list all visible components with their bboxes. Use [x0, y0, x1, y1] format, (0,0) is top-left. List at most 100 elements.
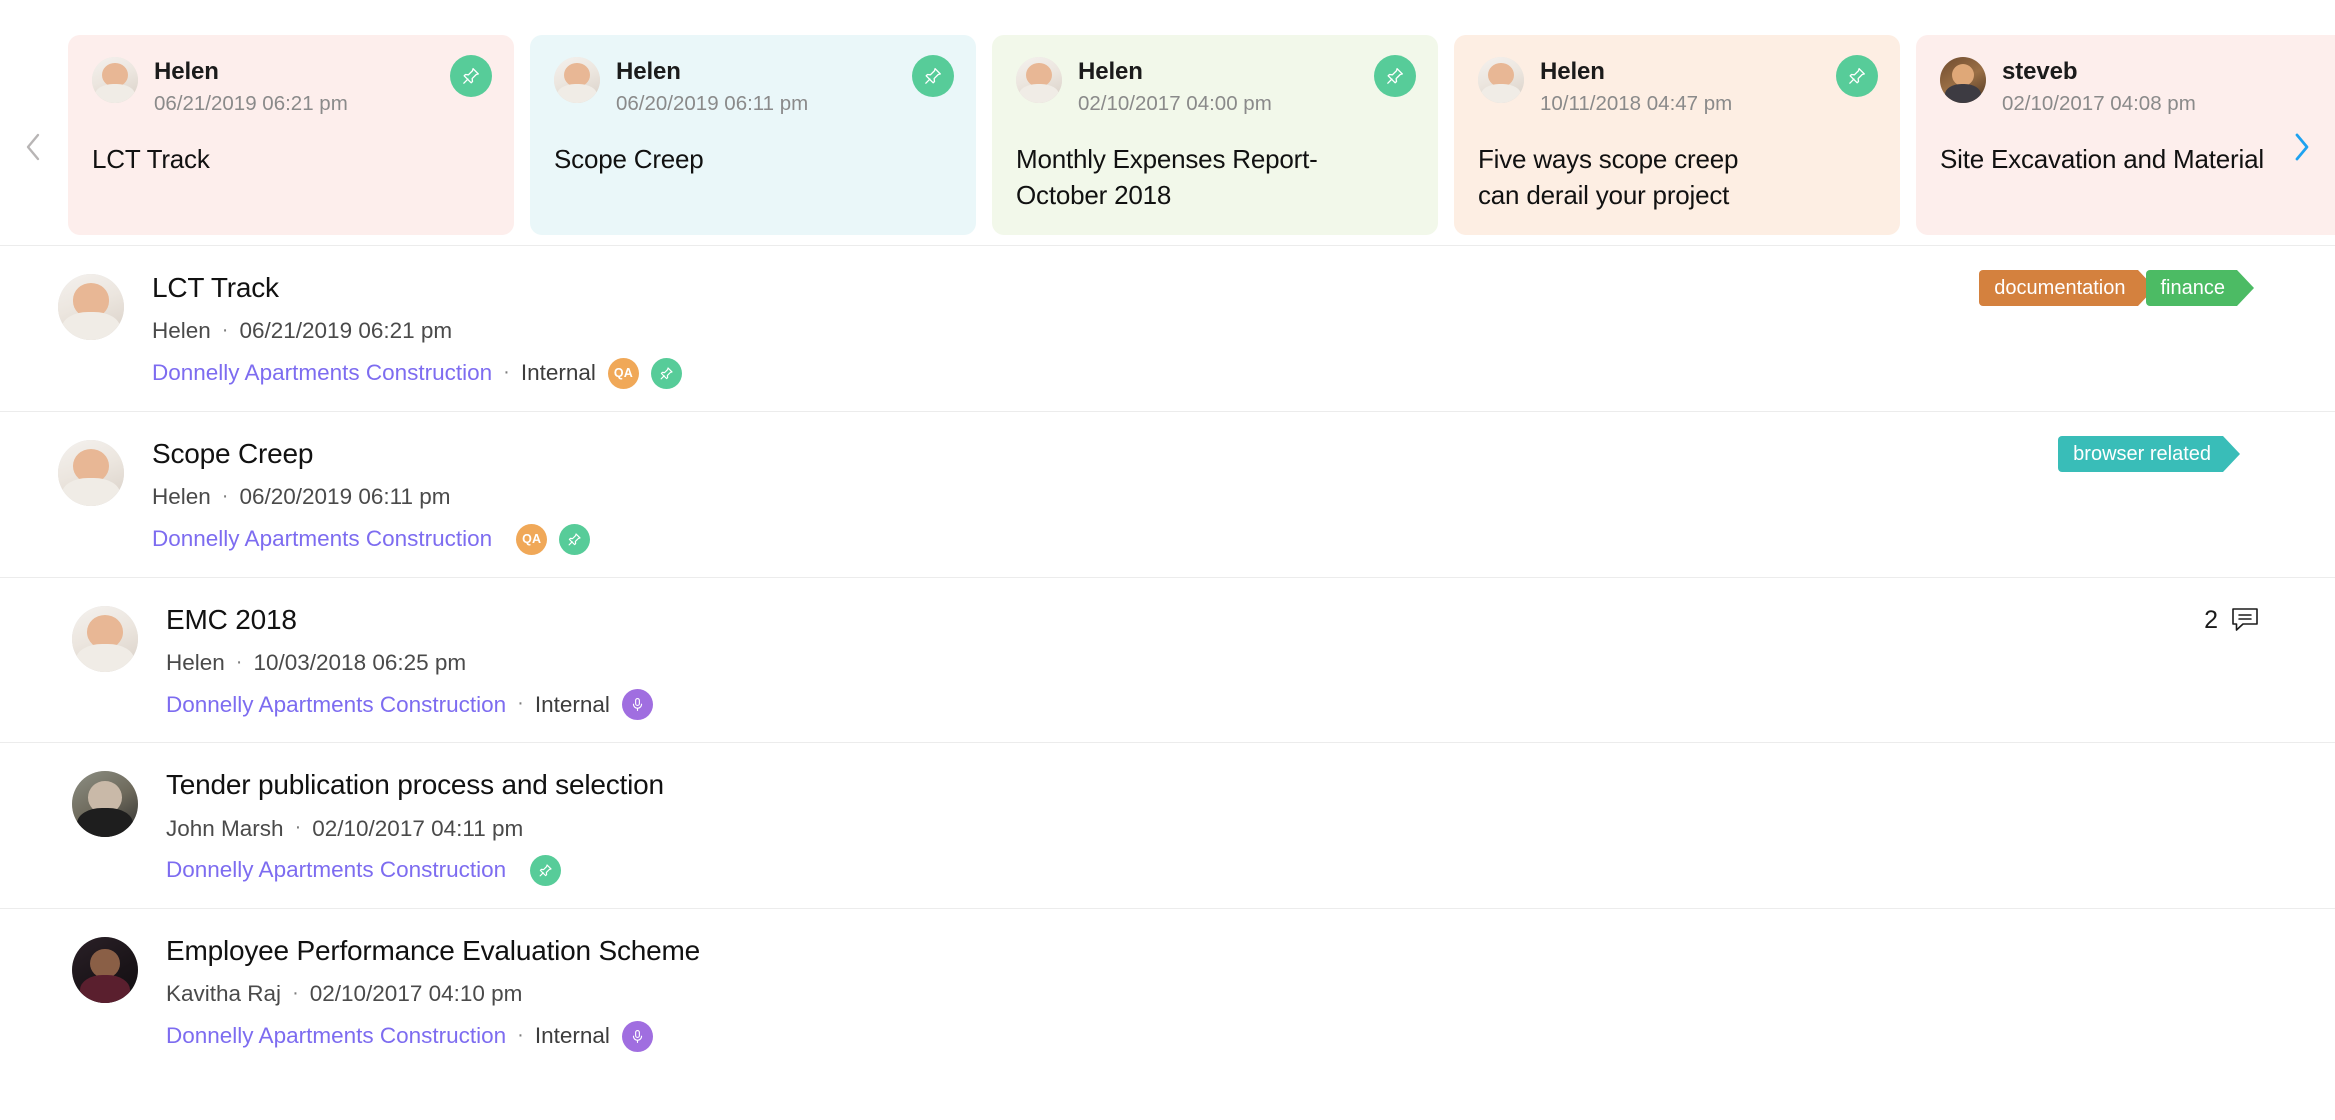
project-link[interactable]: Donnelly Apartments Construction [166, 1021, 506, 1051]
separator-dot: · [292, 982, 299, 1005]
chevron-right-icon [2295, 133, 2309, 161]
qa-badge-icon[interactable]: QA [607, 357, 639, 389]
pin-glyph [660, 367, 673, 380]
separator-dot: · [503, 360, 510, 383]
list-item-date: 02/10/2017 04:11 pm [312, 815, 524, 841]
list-item-title[interactable]: LCT Track [152, 270, 682, 306]
pinned-card-header: Helen 02/10/2017 04:00 pm [1016, 57, 1412, 116]
list-item-links: Donnelly Apartments Construction · Inter… [166, 1020, 700, 1052]
list-item[interactable]: Employee Performance Evaluation Scheme K… [0, 908, 2335, 1074]
pin-badge-icon[interactable] [559, 523, 591, 555]
tag-documentation[interactable]: documentation [1979, 270, 2155, 306]
list-item-author: Helen [152, 484, 211, 510]
list-item[interactable]: LCT Track Helen · 06/21/2019 06:21 pm Do… [0, 245, 2335, 411]
comment-count: 2 [2204, 605, 2218, 634]
list-item-links: Donnelly Apartments Construction · Inter… [152, 357, 682, 389]
pin-badge-icon[interactable] [650, 357, 682, 389]
list-item-meta: Helen · 06/21/2019 06:21 pm [152, 316, 682, 346]
list-item-tags: documentation finance [1979, 270, 2254, 306]
microphone-badge-icon[interactable] [621, 689, 653, 721]
list-item-body: Tender publication process and selection… [138, 765, 664, 887]
list-item-author: Helen [166, 649, 225, 675]
pinned-card-date: 06/20/2019 06:11 pm [616, 91, 809, 115]
pinned-card[interactable]: Helen 02/10/2017 04:00 pm Monthly Expens… [992, 35, 1438, 235]
pin-icon[interactable] [1374, 55, 1416, 97]
separator-dot: · [221, 484, 229, 507]
project-link[interactable]: Donnelly Apartments Construction [152, 358, 492, 388]
list-item-tags: browser related [2058, 435, 2240, 472]
pin-glyph [1387, 68, 1403, 84]
list-item-title[interactable]: Employee Performance Evaluation Scheme [166, 933, 700, 969]
list-item-body: Employee Performance Evaluation Scheme K… [138, 931, 700, 1052]
pin-glyph [925, 68, 941, 84]
chevron-left-icon [26, 133, 40, 161]
pin-glyph [463, 68, 479, 84]
visibility-label: Internal [534, 1023, 610, 1049]
visibility-label: Internal [520, 360, 596, 386]
separator-dot: · [517, 692, 524, 715]
list-item-meta: John Marsh · 02/10/2017 04:11 pm [166, 814, 664, 844]
pinned-card-meta: steveb 02/10/2017 04:08 pm [2002, 57, 2196, 116]
pin-icon[interactable] [912, 55, 954, 97]
tag-finance[interactable]: finance [2145, 270, 2254, 306]
pin-icon[interactable] [450, 55, 492, 97]
pin-glyph [568, 532, 581, 545]
carousel-next-button[interactable] [2285, 130, 2319, 164]
pinned-card-date: 02/10/2017 04:08 pm [2002, 91, 2196, 115]
list-item-date: 02/10/2017 04:10 pm [309, 981, 523, 1007]
pinned-card-header: Helen 06/21/2019 06:21 pm [92, 57, 488, 116]
pinned-card-meta: Helen 02/10/2017 04:00 pm [1078, 57, 1272, 116]
list-item-author: Kavitha Raj [166, 981, 282, 1007]
visibility-label: Internal [534, 691, 610, 717]
pinned-card-title: Scope Creep [554, 144, 704, 175]
list-item[interactable]: EMC 2018 Helen · 10/03/2018 06:25 pm Don… [0, 576, 2335, 743]
avatar [1940, 57, 1986, 103]
list-item-title[interactable]: Tender publication process and selection [166, 767, 664, 803]
pin-icon[interactable] [1836, 55, 1878, 97]
pinned-card[interactable]: Helen 06/20/2019 06:11 pm Scope Creep [530, 35, 976, 235]
pinned-card-title: LCT Track [92, 144, 210, 175]
list-item-author: Helen [152, 318, 211, 344]
comment-count-group[interactable]: 2 [2204, 606, 2260, 635]
pin-glyph [1849, 68, 1865, 84]
pinned-card-author: Helen [1078, 58, 1143, 85]
pinned-card[interactable]: Helen 10/11/2018 04:47 pm Five ways scop… [1454, 35, 1900, 235]
carousel-prev-button[interactable] [16, 130, 50, 164]
tag-browser-related[interactable]: browser related [2058, 435, 2240, 472]
avatar [92, 57, 138, 103]
pinned-card-title: Site Excavation and Material [1940, 144, 2264, 175]
pinned-card-title: Five ways scope creep can derail your pr… [1478, 144, 1739, 211]
qa-badge-label: QA [522, 531, 542, 546]
avatar [1016, 57, 1062, 103]
separator-dot: · [294, 816, 302, 839]
microphone-badge-icon[interactable] [621, 1020, 653, 1052]
pinned-card-author: Helen [154, 58, 219, 85]
separator-dot: · [517, 1023, 524, 1046]
pinned-card-author: steveb [2002, 58, 2078, 85]
avatar [72, 771, 138, 838]
list-item-title[interactable]: EMC 2018 [166, 602, 653, 638]
list-item-date: 10/03/2018 06:25 pm [253, 649, 467, 675]
comment-icon [2232, 608, 2258, 631]
project-link[interactable]: Donnelly Apartments Construction [166, 690, 506, 720]
qa-badge-icon[interactable]: QA [516, 523, 548, 555]
avatar [72, 937, 138, 1004]
pinned-card-header: Helen 06/20/2019 06:11 pm [554, 57, 950, 116]
list-item-title[interactable]: Scope Creep [152, 436, 590, 472]
list-item-meta: Kavitha Raj · 02/10/2017 04:10 pm [166, 979, 700, 1009]
carousel-track: Helen 06/21/2019 06:21 pm LCT Track Hele… [68, 35, 2335, 235]
separator-dot: · [235, 650, 243, 673]
pin-glyph [539, 864, 552, 877]
avatar [58, 439, 124, 506]
list-item[interactable]: Tender publication process and selection… [0, 742, 2335, 908]
pinned-card[interactable]: Helen 06/21/2019 06:21 pm LCT Track [68, 35, 514, 235]
list-item[interactable]: Scope Creep Helen · 06/20/2019 06:11 pm … [0, 410, 2335, 577]
project-link[interactable]: Donnelly Apartments Construction [166, 855, 506, 885]
pinned-card-author: Helen [616, 58, 681, 85]
avatar [58, 274, 124, 340]
list-item-links: Donnelly Apartments Construction QA [152, 523, 591, 555]
list-item-meta: Helen · 06/20/2019 06:11 pm [152, 482, 590, 512]
project-link[interactable]: Donnelly Apartments Construction [152, 524, 492, 554]
pinned-card[interactable]: steveb 02/10/2017 04:08 pm Site Excavati… [1916, 35, 2335, 235]
pin-badge-icon[interactable] [530, 855, 562, 887]
